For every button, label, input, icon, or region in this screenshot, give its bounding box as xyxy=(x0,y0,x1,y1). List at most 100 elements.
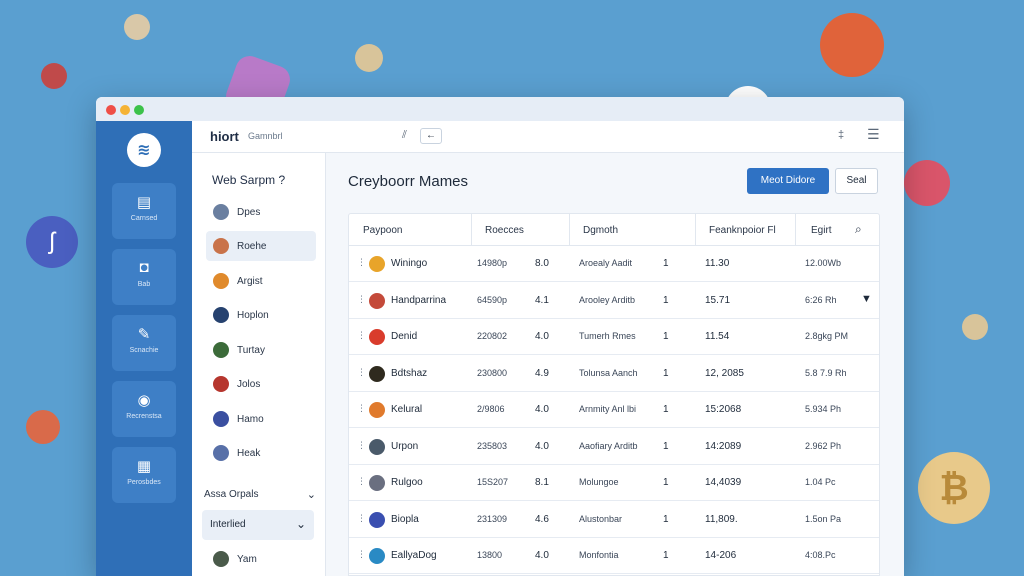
pin-icon[interactable]: ‡ xyxy=(838,129,844,141)
cell-time: 12.00Wb xyxy=(805,258,842,268)
cell-count: 1 xyxy=(663,258,669,269)
close-window-button[interactable] xyxy=(106,105,116,115)
assets-heading: Assa Orpals xyxy=(204,489,259,500)
sidebar-item-argist[interactable]: Argist xyxy=(206,266,316,296)
rail-item-label: Carnsed xyxy=(130,215,158,222)
cell-time: 5.934 Ph xyxy=(805,404,842,414)
floating-coin-decoration xyxy=(904,160,950,206)
bag-icon: ◘ xyxy=(139,259,149,276)
sidebar-item-dpes[interactable]: Dpes xyxy=(206,197,316,227)
column-header[interactable]: Roecces xyxy=(485,225,524,236)
drag-handle-icon[interactable]: ⋮ xyxy=(357,476,366,487)
drag-handle-icon[interactable]: ⋮ xyxy=(357,403,366,414)
cell-value: 14-206 xyxy=(705,550,737,561)
cell-value: 15.71 xyxy=(705,294,731,306)
rail-item-scnachie[interactable]: ✎ Scnachie xyxy=(112,315,176,371)
column-divider xyxy=(695,214,696,246)
rail-item-label: Bab xyxy=(137,281,151,288)
drag-handle-icon[interactable]: ⋮ xyxy=(357,330,366,341)
chevron-down-icon: ⌄ xyxy=(295,517,306,531)
app-logo-icon[interactable]: ≋ xyxy=(127,133,161,167)
column-header[interactable]: Paypoon xyxy=(363,225,402,236)
sidebar-item-roehe[interactable]: Roehe xyxy=(206,231,316,261)
sidebar-item-hoplon[interactable]: Hoplon xyxy=(206,300,316,330)
sidebar-item-label: Heak xyxy=(237,447,261,459)
cell-name: Winingo xyxy=(391,258,428,269)
drag-handle-icon[interactable]: ⋮ xyxy=(357,513,366,524)
minimize-window-button[interactable] xyxy=(120,105,130,115)
coin-icon xyxy=(369,438,385,455)
cell-name: EallyaDog xyxy=(391,550,437,561)
edit-icon: ✎ xyxy=(137,326,151,343)
assets-select[interactable]: Interlied ⌄ xyxy=(202,510,314,540)
column-header[interactable]: Egirt xyxy=(811,225,832,236)
avatar xyxy=(213,445,229,461)
cell-description: Monfontia xyxy=(579,550,619,560)
cell-score: 4.0 xyxy=(535,440,549,452)
drag-handle-icon[interactable]: ⋮ xyxy=(357,367,366,378)
column-header[interactable]: Dgmoth xyxy=(583,225,618,236)
rail-item-label: Scnachie xyxy=(129,347,159,354)
sidebar-item-yam[interactable]: Yam xyxy=(206,544,316,574)
floating-coin-decoration xyxy=(26,410,60,444)
floating-coin-decoration xyxy=(820,13,884,77)
cell-score: 4.0 xyxy=(535,331,549,342)
cell-code: 13800 xyxy=(477,550,503,560)
icon-rail: ≋ ▤ Carnsed ◘ Bab ✎ Scnachie ◉ Recrensts… xyxy=(96,121,192,576)
assets-section-header[interactable]: Assa Orpals ⌄ xyxy=(204,489,316,501)
cell-name: Rulgoo xyxy=(391,477,423,488)
drag-handle-icon[interactable]: ⋮ xyxy=(357,549,366,560)
sidebar-item-label: Turtay xyxy=(237,344,265,356)
drag-handle-icon[interactable]: ⋮ xyxy=(357,440,366,451)
sidebar-heading: Web Sarpm ? xyxy=(212,173,286,187)
maximize-window-button[interactable] xyxy=(134,105,144,115)
secondary-action-button[interactable]: Seal xyxy=(835,168,878,194)
pin-icon[interactable]: ⫽ xyxy=(402,129,407,142)
table-row[interactable]: ⋮ Rulgoo 15S207 8.1 Molungoe 1 14,4039 1.04 Pc xyxy=(349,465,879,501)
chart-icon: ▦ xyxy=(136,458,152,475)
primary-action-button[interactable]: Meot Didore xyxy=(747,168,829,194)
rail-item-carnsed[interactable]: ▤ Carnsed xyxy=(112,183,176,239)
table-row[interactable]: ⋮ Urpon 235803 4.0 Aaofiary Arditb 1 14:2089 2.… xyxy=(349,429,879,465)
table-row[interactable]: ⋮ Denid 220802 4.0 Tumerh Rmes 1 11.54 2.8gkg P… xyxy=(349,319,879,355)
back-button[interactable]: ← xyxy=(420,128,442,144)
coin-icon xyxy=(369,292,385,309)
bitcoin-coin-decoration: ₿ xyxy=(918,452,990,524)
cell-score: 8.1 xyxy=(535,477,549,488)
table-row[interactable]: ⋮ Winingo 14980p 8.0 Aroealy Aadit 1 11.30 12.0… xyxy=(349,246,879,282)
sidebar-item-turtay[interactable]: Turtay xyxy=(206,335,316,365)
table-row[interactable]: ⋮ EallyaDog 13800 4.0 Monfontia 1 14-206 4:08.P… xyxy=(349,538,879,574)
cell-description: Aaofiary Arditb xyxy=(579,440,638,451)
row-dropdown-icon[interactable]: ▼ xyxy=(861,293,872,305)
cell-name: Bdtshaz xyxy=(391,367,428,379)
brand-subtitle: Gamnbrl xyxy=(248,131,283,141)
column-header[interactable]: Feanknpoior Fl xyxy=(709,225,776,236)
avatar xyxy=(213,376,229,392)
cell-score: 4.1 xyxy=(535,294,549,306)
rail-item-bab[interactable]: ◘ Bab xyxy=(112,249,176,305)
avatar xyxy=(213,342,229,358)
sidebar-item-label: Dpes xyxy=(237,206,261,218)
table-row[interactable]: ⋮ Biopla 231309 4.6 Alustonbar 1 11,809. 1.5on … xyxy=(349,502,879,538)
table-row[interactable]: ⋮ Kelural 2/9806 4.0 Arnmity Anl lbi 1 15:2068… xyxy=(349,392,879,428)
sidebar-item-jolos[interactable]: Jolos xyxy=(206,369,316,399)
sidebar-item-heak[interactable]: Heak xyxy=(206,438,316,468)
sidebar-item-hamo[interactable]: Hamo xyxy=(206,404,316,434)
cell-count: 1 xyxy=(663,331,669,342)
search-icon[interactable]: ⌕ xyxy=(855,222,862,237)
table-row[interactable]: ⋮ Bdtshaz 230800 4.9 Tolunsa Aanch 1 12, 2085 5… xyxy=(349,356,879,392)
cell-code: 15S207 xyxy=(477,477,509,487)
cell-score: 4.0 xyxy=(535,404,549,415)
coin-icon xyxy=(369,365,385,382)
drag-handle-icon[interactable]: ⋮ xyxy=(357,294,366,305)
floating-coin-decoration xyxy=(355,44,383,72)
brand-name: hiort xyxy=(210,129,239,144)
cell-count: 1 xyxy=(663,440,669,452)
rail-item-perosbdes[interactable]: ▦ Perosbdes xyxy=(112,447,176,503)
menu-icon[interactable]: ☰ xyxy=(867,126,880,143)
drag-handle-icon[interactable]: ⋮ xyxy=(357,257,366,268)
window-titlebar xyxy=(96,97,904,121)
table-row[interactable]: ⋮ Handparrina 64590p 4.1 Arooley Arditb 1 15.7… xyxy=(349,283,879,319)
rail-item-recrenstsa[interactable]: ◉ Recrenstsa xyxy=(112,381,176,437)
avatar xyxy=(213,307,229,323)
